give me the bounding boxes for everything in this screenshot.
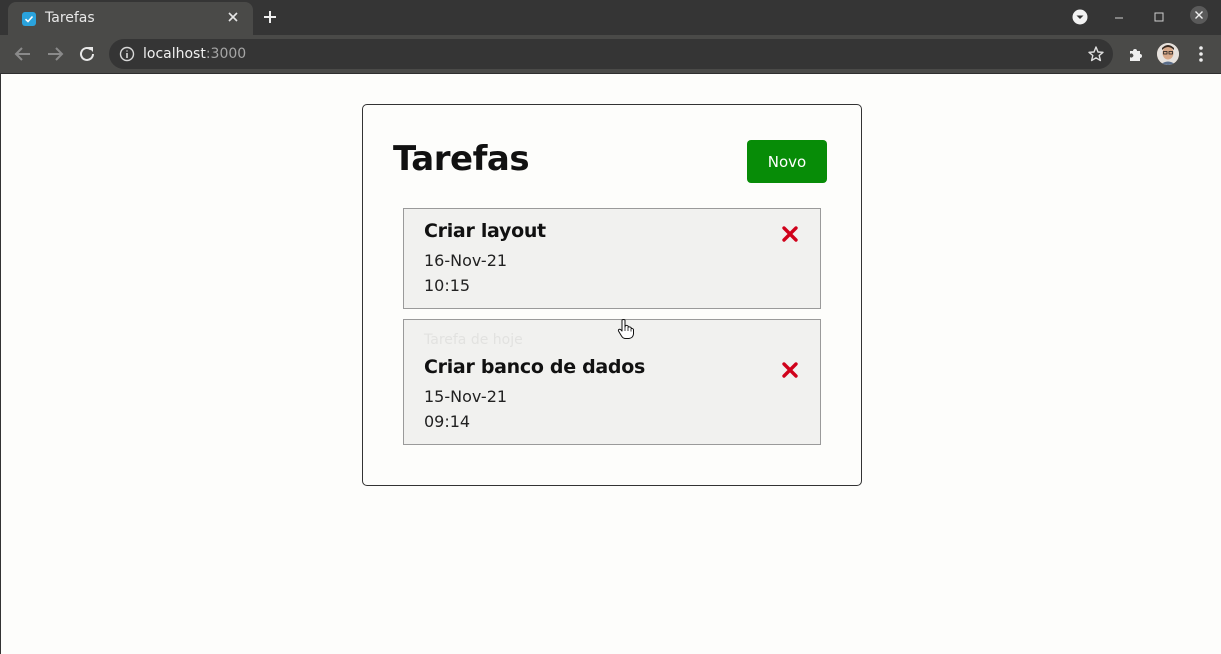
task-item[interactable]: Criar layout 16-Nov-21 10:15 <box>403 208 821 309</box>
task-date: 15-Nov-21 <box>424 387 508 406</box>
task-hint: Tarefa de hoje <box>424 332 523 348</box>
kebab-menu-icon[interactable] <box>1192 44 1210 64</box>
task-time: 09:14 <box>424 412 471 431</box>
address-bar[interactable]: localhost:3000 <box>109 39 1113 69</box>
page-border <box>0 74 1 654</box>
info-icon[interactable] <box>119 46 135 62</box>
maximize-icon[interactable] <box>1148 6 1170 28</box>
profile-dropdown-icon[interactable] <box>1069 6 1091 28</box>
back-icon[interactable] <box>12 43 34 65</box>
task-title: Criar layout <box>424 220 546 242</box>
url-text: localhost:3000 <box>143 46 246 62</box>
tasks-card: Tarefas Novo Criar layout 16-Nov-21 10:1… <box>362 104 862 486</box>
star-icon[interactable] <box>1087 45 1105 63</box>
close-icon[interactable] <box>224 8 242 26</box>
hand-cursor-icon <box>616 318 636 340</box>
page-title: Tarefas <box>393 139 530 179</box>
delete-icon[interactable] <box>781 225 799 243</box>
delete-icon[interactable] <box>781 361 799 379</box>
forward-icon[interactable] <box>44 43 66 65</box>
task-item[interactable]: Tarefa de hoje Criar banco de dados 15-N… <box>403 319 821 445</box>
task-title: Criar banco de dados <box>424 356 645 378</box>
tab-strip: Tarefas <box>0 0 1221 35</box>
minimize-icon[interactable] <box>1108 6 1130 28</box>
browser-tab[interactable]: Tarefas <box>8 2 253 35</box>
url-host: localhost <box>143 46 206 62</box>
close-window-icon[interactable] <box>1188 6 1210 28</box>
avatar[interactable] <box>1157 43 1179 65</box>
browser-toolbar: localhost:3000 <box>0 35 1221 74</box>
reload-icon[interactable] <box>76 43 98 65</box>
task-time: 10:15 <box>424 276 471 295</box>
plus-icon[interactable] <box>259 6 281 28</box>
check-favicon-icon <box>22 12 36 26</box>
url-port: :3000 <box>205 46 247 62</box>
new-task-button[interactable]: Novo <box>747 140 827 183</box>
puzzle-icon[interactable] <box>1126 44 1146 64</box>
tab-title: Tarefas <box>45 10 95 26</box>
task-date: 16-Nov-21 <box>424 251 508 270</box>
